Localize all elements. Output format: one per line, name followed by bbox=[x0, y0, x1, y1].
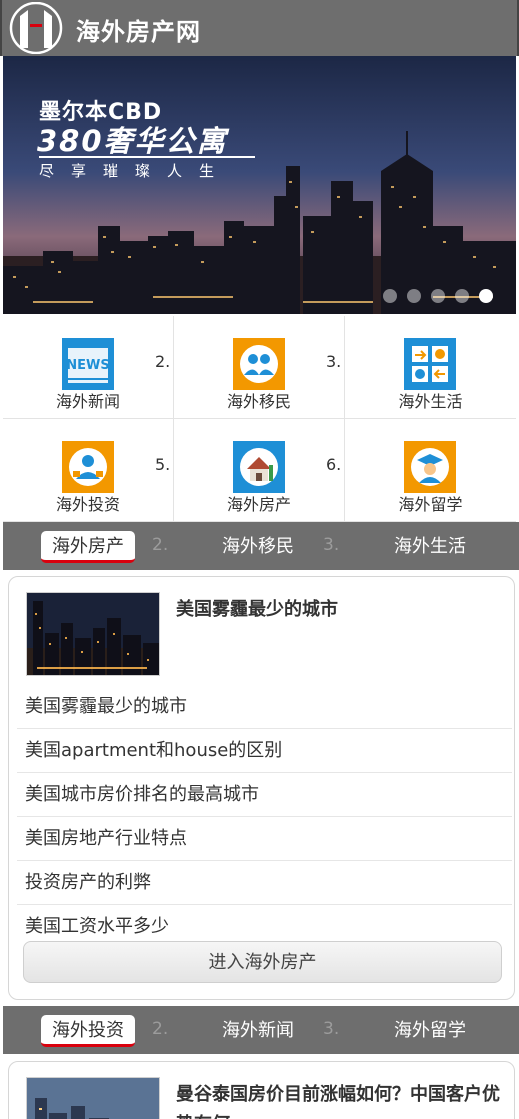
featured-title-link[interactable]: 美国雾霾最少的城市 bbox=[176, 595, 504, 625]
category-label: 海外投资 bbox=[55, 495, 120, 514]
category-index: 6. bbox=[326, 455, 342, 474]
tab-overseas-property[interactable]: 海外房产 bbox=[41, 531, 135, 563]
category-index: 5. bbox=[155, 455, 171, 474]
top-header: 海外房产网 bbox=[0, 0, 519, 56]
investment-icon bbox=[62, 441, 114, 493]
category-study-abroad[interactable]: 海外留学 bbox=[345, 419, 516, 522]
carousel-dot[interactable] bbox=[431, 289, 445, 303]
carousel-dot[interactable] bbox=[407, 289, 421, 303]
category-label: 海外留学 bbox=[398, 495, 463, 514]
immigration-icon bbox=[233, 338, 285, 390]
life-icon bbox=[404, 338, 456, 390]
banner-title: 380奢华公寓 bbox=[37, 124, 228, 158]
news-panel-property: 美国雾霾最少的城市 美国雾霾最少的城市 美国apartment和house的区别… bbox=[8, 576, 515, 1000]
category-grid: NEWS 海外新闻 2. 海外移民 3. 海外生活 海外投资 5. 海外房产 6… bbox=[3, 316, 516, 522]
tab-number: 3. bbox=[323, 535, 340, 555]
hero-banner[interactable]: 墨尔本CBD 380奢华公寓 尽享璀璨人生 bbox=[3, 56, 516, 314]
category-real-estate[interactable]: 海外房产 6. bbox=[174, 419, 345, 522]
tab-overseas-immigration[interactable]: 海外移民 bbox=[211, 531, 305, 563]
news-icon: NEWS bbox=[62, 338, 114, 390]
news-list: 美国雾霾最少的城市 美国apartment和house的区别 美国城市房价排名的… bbox=[17, 685, 512, 949]
site-title[interactable]: 海外房产网 bbox=[76, 12, 201, 47]
tab-overseas-investment[interactable]: 海外投资 bbox=[41, 1015, 135, 1047]
category-life[interactable]: 海外生活 bbox=[345, 316, 516, 419]
carousel-dot-active[interactable] bbox=[479, 289, 493, 303]
tab-overseas-life[interactable]: 海外生活 bbox=[383, 531, 477, 563]
category-index: 2. bbox=[155, 352, 171, 371]
category-investment[interactable]: 海外投资 5. bbox=[3, 419, 174, 522]
banner-divider bbox=[39, 156, 255, 158]
news-panel-investment: 曼谷泰国房价目前涨幅如何？中国客户优势有何 bbox=[8, 1061, 515, 1119]
tab-number: 2. bbox=[152, 1019, 169, 1039]
carousel-dot[interactable] bbox=[455, 289, 469, 303]
news-list-item[interactable]: 美国城市房价排名的最高城市 bbox=[17, 773, 512, 817]
tab-number: 3. bbox=[323, 1019, 340, 1039]
section-tab-bar: 海外投资 2. 海外新闻 3. 海外留学 bbox=[3, 1006, 519, 1054]
carousel-dot[interactable] bbox=[383, 289, 397, 303]
featured-image[interactable] bbox=[26, 592, 160, 676]
city-night-thumbnail bbox=[27, 593, 159, 675]
news-list-item[interactable]: 美国房地产行业特点 bbox=[17, 817, 512, 861]
category-label: 海外移民 bbox=[226, 392, 291, 411]
category-label: 海外房产 bbox=[226, 495, 291, 514]
carousel-indicators bbox=[383, 289, 493, 303]
tab-study-abroad[interactable]: 海外留学 bbox=[383, 1015, 477, 1047]
category-label: 海外生活 bbox=[398, 392, 463, 411]
category-index: 3. bbox=[326, 352, 342, 371]
category-news[interactable]: NEWS 海外新闻 2. bbox=[3, 316, 174, 419]
city-skyline-thumbnail bbox=[27, 1078, 159, 1119]
svg-text:NEWS: NEWS bbox=[66, 358, 109, 373]
house-icon bbox=[233, 441, 285, 493]
banner-tagline: 尽享璀璨人生 bbox=[39, 162, 232, 180]
tab-overseas-news[interactable]: 海外新闻 bbox=[211, 1015, 305, 1047]
news-list-item[interactable]: 投资房产的利弊 bbox=[17, 861, 512, 905]
section-tab-bar: 海外房产 2. 海外移民 3. 海外生活 bbox=[3, 522, 519, 570]
graduation-icon bbox=[404, 441, 456, 493]
tab-number: 2. bbox=[152, 535, 169, 555]
featured-title-link[interactable]: 曼谷泰国房价目前涨幅如何？中国客户优势有何 bbox=[176, 1080, 504, 1119]
featured-image[interactable] bbox=[26, 1077, 160, 1119]
site-logo-icon[interactable] bbox=[6, 2, 66, 54]
category-immigration[interactable]: 海外移民 3. bbox=[174, 316, 345, 419]
enter-section-button[interactable]: 进入海外房产 bbox=[23, 941, 502, 983]
news-list-item[interactable]: 美国apartment和house的区别 bbox=[17, 729, 512, 773]
news-list-item[interactable]: 美国雾霾最少的城市 bbox=[17, 685, 512, 729]
category-label: 海外新闻 bbox=[55, 392, 120, 411]
